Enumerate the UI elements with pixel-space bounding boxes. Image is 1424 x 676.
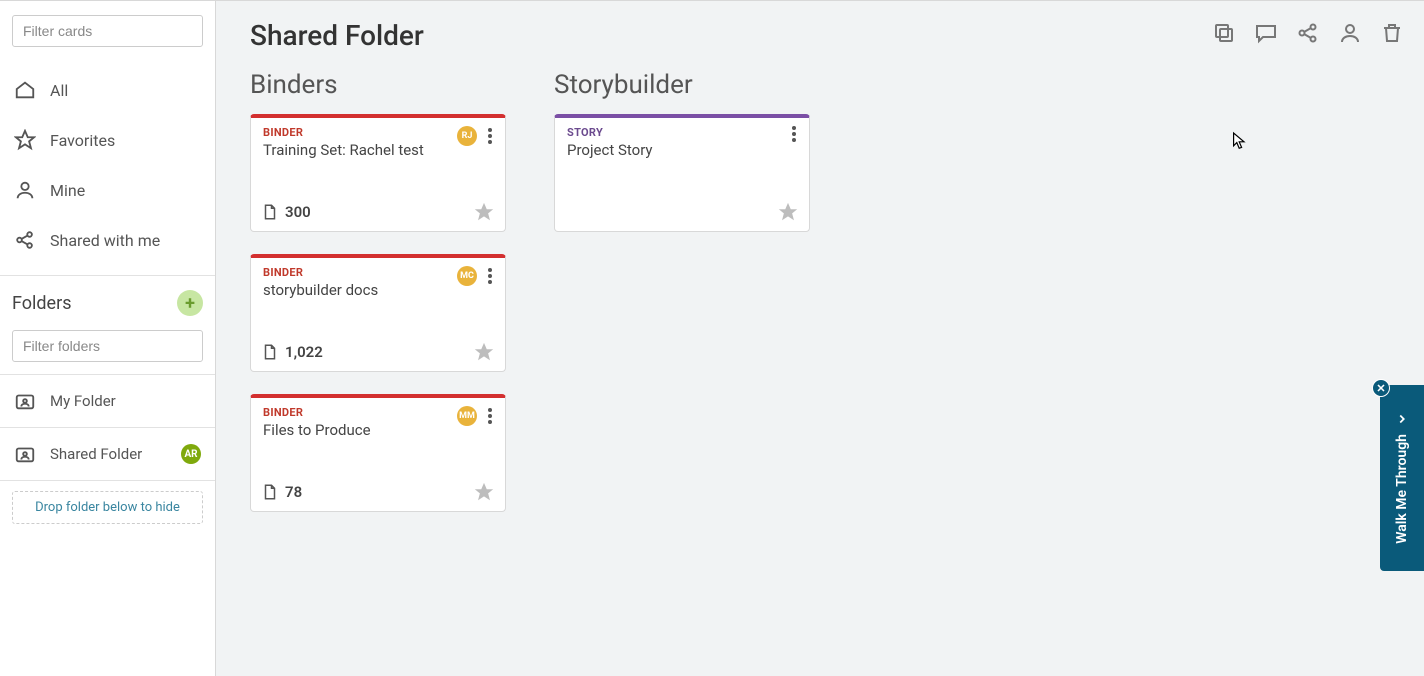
kebab-menu-icon[interactable] (483, 128, 497, 144)
walkme-tab[interactable]: ✕ Walk Me Through (1380, 385, 1424, 571)
story-card[interactable]: STORY Project Story (554, 114, 810, 232)
folders-heading: Folders (12, 293, 72, 314)
document-icon (261, 203, 279, 221)
filter-folders-input[interactable] (12, 330, 203, 362)
binder-card[interactable]: BINDER Files to Produce MM (250, 394, 506, 512)
nav-shared[interactable]: Shared with me (0, 215, 215, 265)
favorite-star-icon[interactable] (777, 201, 799, 223)
card-title: Project Story (567, 141, 797, 159)
trash-icon[interactable] (1380, 21, 1404, 45)
sidebar: All Favorites Mine Shared with me (0, 1, 216, 676)
storybuilder-heading: Storybuilder (554, 70, 810, 100)
folder-person-icon (14, 443, 36, 465)
nav-mine-label: Mine (50, 181, 85, 200)
document-icon (261, 343, 279, 361)
nav-mine[interactable]: Mine (0, 165, 215, 215)
owner-avatar: MM (457, 406, 477, 426)
card-type-label: STORY (567, 126, 797, 139)
copy-icon[interactable] (1212, 21, 1236, 45)
favorite-star-icon[interactable] (473, 341, 495, 363)
nav-favorites-label: Favorites (50, 131, 115, 150)
binder-card[interactable]: BINDER Training Set: Rachel test RJ (250, 114, 506, 232)
doc-count: 78 (285, 483, 302, 501)
doc-count: 300 (285, 203, 311, 221)
add-folder-button[interactable]: + (177, 290, 203, 316)
kebab-menu-icon[interactable] (787, 126, 801, 142)
sidebar-item-label: Shared Folder (50, 445, 142, 463)
folder-owner-avatar: AR (181, 444, 201, 464)
sidebar-item-label: My Folder (50, 392, 116, 410)
sidebar-item-my-folder[interactable]: My Folder (0, 375, 215, 428)
user-icon[interactable] (1338, 21, 1362, 45)
sidebar-item-shared-folder[interactable]: Shared Folder AR (0, 428, 215, 481)
doc-count: 1,022 (285, 343, 323, 361)
favorite-star-icon[interactable] (473, 201, 495, 223)
owner-avatar: RJ (457, 126, 477, 146)
owner-avatar: MC (457, 266, 477, 286)
share-icon[interactable] (1296, 21, 1320, 45)
binder-card[interactable]: BINDER storybuilder docs MC (250, 254, 506, 372)
walkme-label: Walk Me Through (1394, 434, 1410, 544)
main-content: Shared Folder Binders BINDER Training Se… (216, 1, 1424, 676)
drop-hint: Drop folder below to hide (12, 491, 203, 524)
close-icon[interactable]: ✕ (1372, 379, 1390, 397)
favorite-star-icon[interactable] (473, 481, 495, 503)
document-icon (261, 483, 279, 501)
chevron-right-icon (1395, 412, 1409, 426)
kebab-menu-icon[interactable] (483, 268, 497, 284)
star-icon (14, 129, 36, 151)
comment-icon[interactable] (1254, 21, 1278, 45)
kebab-menu-icon[interactable] (483, 408, 497, 424)
nav-shared-label: Shared with me (50, 231, 160, 250)
filter-cards-input[interactable] (12, 15, 203, 47)
binders-heading: Binders (250, 70, 506, 100)
share-icon (14, 229, 36, 251)
folder-person-icon (14, 390, 36, 412)
person-icon (14, 179, 36, 201)
home-icon (14, 79, 36, 101)
nav-all[interactable]: All (0, 65, 215, 115)
toolbar (1212, 21, 1404, 45)
nav-all-label: All (50, 81, 68, 100)
nav-favorites[interactable]: Favorites (0, 115, 215, 165)
